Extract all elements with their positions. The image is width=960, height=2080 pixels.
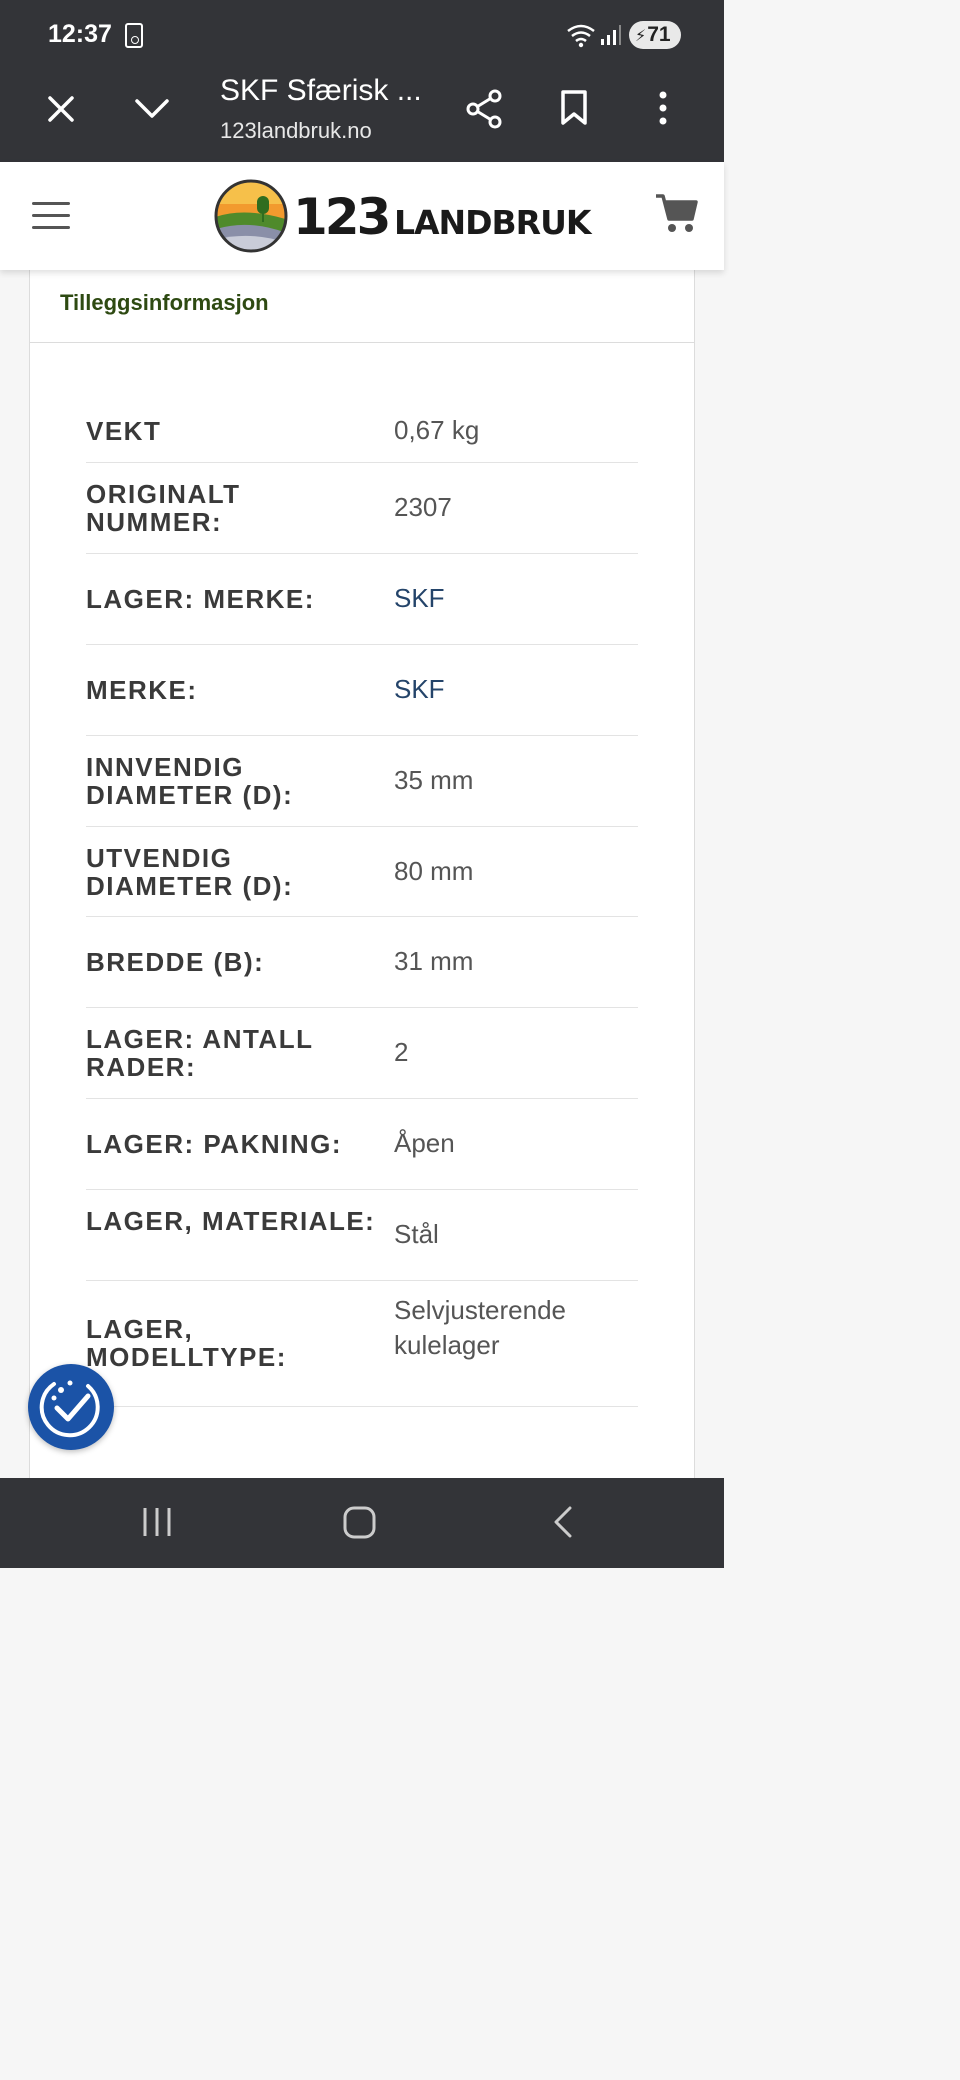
attribute-value: 0,67 kg (394, 415, 480, 445)
logo-emblem-icon (214, 179, 288, 253)
attribute-label: LAGER: PAKNING: (86, 1129, 343, 1159)
table-row: LAGER, MODELLTYPE: Selvjusterende kulela… (86, 1281, 638, 1407)
attribute-label: BREDDE (B): (86, 947, 265, 977)
attribute-label: VEKT (86, 416, 162, 446)
browser-toolbar: SKF Sfærisk ... 123landbruk.no (0, 70, 724, 162)
table-row: BREDDE (B): 31 mm (86, 917, 638, 1008)
divider (30, 342, 694, 343)
attribute-value: 35 mm (394, 765, 474, 795)
bookmark-icon[interactable] (558, 88, 590, 128)
attribute-label: LAGER, MATERIALE: (86, 1206, 376, 1236)
home-icon[interactable] (340, 1502, 380, 1547)
signal-icon (601, 25, 621, 45)
attribute-label: UTVENDIG DIAMETER (D): (86, 843, 294, 901)
status-bar: 12:37 ⚡71 (0, 0, 724, 70)
attribute-label: LAGER: MERKE: (86, 584, 315, 614)
menu-icon[interactable] (32, 200, 72, 232)
attribute-value: Selvjusterende kulelager (394, 1295, 566, 1360)
table-row: VEKT 0,67 kg (86, 396, 638, 463)
attribute-label: LAGER, MODELLTYPE: (86, 1314, 287, 1372)
attribute-value-link[interactable]: SKF (394, 672, 638, 707)
table-row: LAGER, MATERIALE: Stål (86, 1190, 638, 1281)
site-logo[interactable]: 123 LANDBRUK (213, 178, 591, 256)
attribute-label: INNVENDIG DIAMETER (D): (86, 752, 294, 810)
attribute-value: Åpen (394, 1128, 455, 1158)
cart-icon[interactable] (654, 192, 698, 239)
logo-number: 123 (293, 188, 391, 246)
battery-indicator: ⚡71 (629, 21, 681, 49)
attribute-label: ORIGINALT NUMMER: (86, 479, 241, 537)
attribute-label: MERKE: (86, 675, 198, 705)
attribute-value: 80 mm (394, 856, 474, 886)
attribute-value-link[interactable]: SKF (394, 581, 638, 616)
system-navigation-bar (0, 1478, 724, 1568)
logo-text: 123 LANDBRUK (293, 188, 592, 246)
attribute-value: 31 mm (394, 946, 474, 976)
table-row: LAGER: PAKNING: Åpen (86, 1099, 638, 1190)
attribute-value: Stål (394, 1219, 439, 1249)
wifi-icon (567, 24, 595, 48)
page-title: SKF Sfærisk ... (220, 74, 422, 107)
chevron-down-icon[interactable] (132, 94, 172, 124)
attribute-value: 2307 (394, 492, 452, 522)
status-time: 12:37 (48, 20, 112, 48)
sim-card-icon (125, 23, 143, 48)
site-header: 123 LANDBRUK (0, 162, 724, 270)
table-row: MERKE: SKF (86, 645, 638, 736)
table-row: INNVENDIG DIAMETER (D): 35 mm (86, 736, 638, 827)
table-row: LAGER: MERKE: SKF (86, 554, 638, 645)
table-row: ORIGINALT NUMMER: 2307 (86, 463, 638, 554)
table-row: UTVENDIG DIAMETER (D): 80 mm (86, 827, 638, 917)
more-options-icon[interactable] (650, 88, 676, 128)
back-icon[interactable] (548, 1502, 578, 1547)
badge-check-icon (39, 1380, 100, 1438)
close-icon[interactable] (44, 92, 78, 126)
floating-badge-button[interactable] (28, 1364, 114, 1450)
logo-word: LANDBRUK (393, 203, 592, 242)
page-url[interactable]: 123landbruk.no (220, 118, 372, 144)
table-row: LAGER: ANTALL RADER: 2 (86, 1008, 638, 1099)
share-icon[interactable] (464, 88, 504, 130)
charging-icon: ⚡ (635, 28, 647, 45)
attribute-value: 2 (394, 1037, 409, 1067)
recent-apps-icon[interactable] (140, 1502, 174, 1547)
section-title[interactable]: Tilleggsinformasjon (60, 290, 269, 316)
attribute-label: LAGER: ANTALL RADER: (86, 1024, 313, 1082)
battery-level: 71 (647, 23, 671, 46)
